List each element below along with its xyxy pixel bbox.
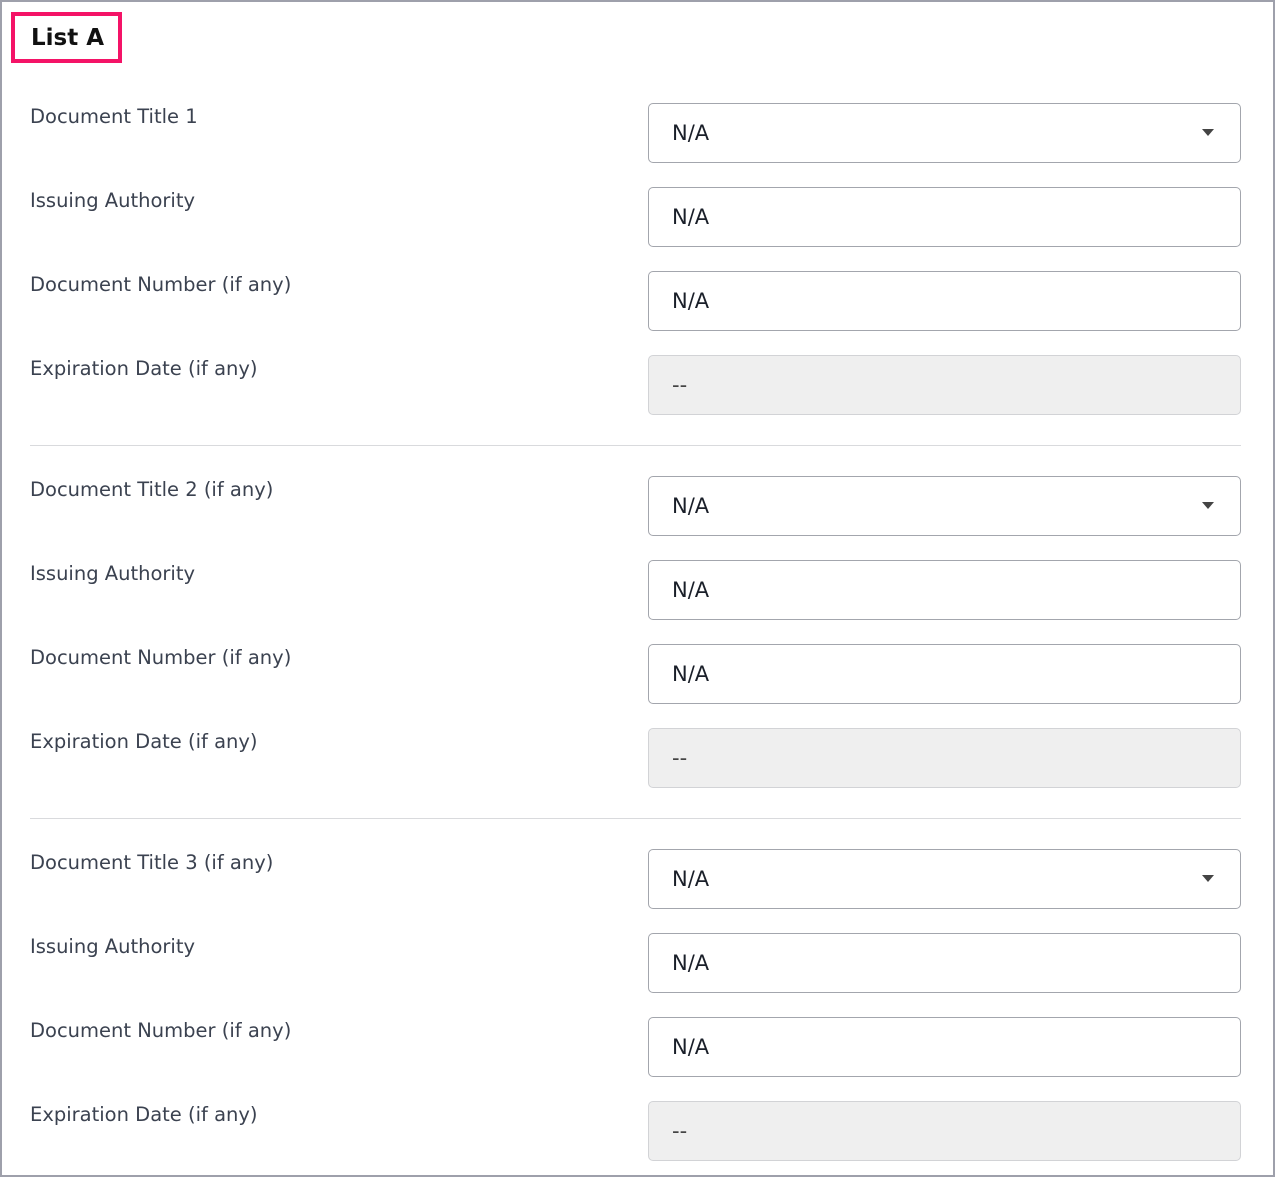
issuing-authority-field[interactable]: N/A	[648, 560, 1241, 620]
issuing-authority-label: Issuing Authority	[30, 189, 196, 212]
document-title-value: N/A	[672, 494, 710, 518]
document-number-field[interactable]: N/A	[648, 644, 1241, 704]
expiration-date-label: Expiration Date (if any)	[30, 357, 258, 380]
document-number-field[interactable]: N/A	[648, 1017, 1241, 1077]
section-title: List A	[11, 12, 122, 63]
expiration-date-field: --	[648, 1101, 1241, 1161]
document-title-row: Document Title 3 (if any) N/A	[30, 849, 1241, 933]
document-title-label: Document Title 1	[30, 105, 198, 128]
expiration-date-row: Expiration Date (if any) --	[30, 1101, 1241, 1185]
expiration-date-row: Expiration Date (if any) --	[30, 355, 1241, 439]
document-number-label: Document Number (if any)	[30, 273, 292, 296]
caret-down-icon	[1202, 875, 1214, 882]
document-group-1: Document Title 1 N/A Issuing Authority N…	[30, 103, 1241, 439]
document-number-row: Document Number (if any) N/A	[30, 1017, 1241, 1101]
issuing-authority-row: Issuing Authority N/A	[30, 187, 1241, 271]
document-title-value: N/A	[672, 121, 710, 145]
document-number-value: N/A	[672, 662, 710, 686]
document-number-label: Document Number (if any)	[30, 1019, 292, 1042]
issuing-authority-field[interactable]: N/A	[648, 187, 1241, 247]
caret-down-icon	[1202, 502, 1214, 509]
issuing-authority-value: N/A	[672, 205, 710, 229]
expiration-date-field: --	[648, 355, 1241, 415]
document-group-2: Document Title 2 (if any) N/A Issuing Au…	[30, 476, 1241, 812]
document-group-3: Document Title 3 (if any) N/A Issuing Au…	[30, 849, 1241, 1185]
document-number-row: Document Number (if any) N/A	[30, 644, 1241, 728]
document-title-label: Document Title 2 (if any)	[30, 478, 274, 501]
issuing-authority-label: Issuing Authority	[30, 935, 196, 958]
expiration-date-value: --	[672, 746, 688, 770]
expiration-date-label: Expiration Date (if any)	[30, 730, 258, 753]
document-title-row: Document Title 1 N/A	[30, 103, 1241, 187]
caret-down-icon	[1202, 129, 1214, 136]
issuing-authority-value: N/A	[672, 951, 710, 975]
document-number-value: N/A	[672, 1035, 710, 1059]
document-title-select[interactable]: N/A	[648, 476, 1241, 536]
issuing-authority-row: Issuing Authority N/A	[30, 933, 1241, 1017]
document-title-label: Document Title 3 (if any)	[30, 851, 274, 874]
document-title-value: N/A	[672, 867, 710, 891]
expiration-date-value: --	[672, 1119, 688, 1143]
expiration-date-row: Expiration Date (if any) --	[30, 728, 1241, 812]
issuing-authority-value: N/A	[672, 578, 710, 602]
document-number-row: Document Number (if any) N/A	[30, 271, 1241, 355]
section-divider	[30, 445, 1241, 446]
document-title-row: Document Title 2 (if any) N/A	[30, 476, 1241, 560]
document-number-field[interactable]: N/A	[648, 271, 1241, 331]
document-number-label: Document Number (if any)	[30, 646, 292, 669]
section-divider	[30, 818, 1241, 819]
expiration-date-field: --	[648, 728, 1241, 788]
expiration-date-label: Expiration Date (if any)	[30, 1103, 258, 1126]
document-title-select[interactable]: N/A	[648, 103, 1241, 163]
document-title-select[interactable]: N/A	[648, 849, 1241, 909]
list-a-panel: List A Document Title 1 N/A Issuing Auth…	[0, 0, 1275, 1177]
issuing-authority-row: Issuing Authority N/A	[30, 560, 1241, 644]
expiration-date-value: --	[672, 373, 688, 397]
document-number-value: N/A	[672, 289, 710, 313]
issuing-authority-field[interactable]: N/A	[648, 933, 1241, 993]
issuing-authority-label: Issuing Authority	[30, 562, 196, 585]
